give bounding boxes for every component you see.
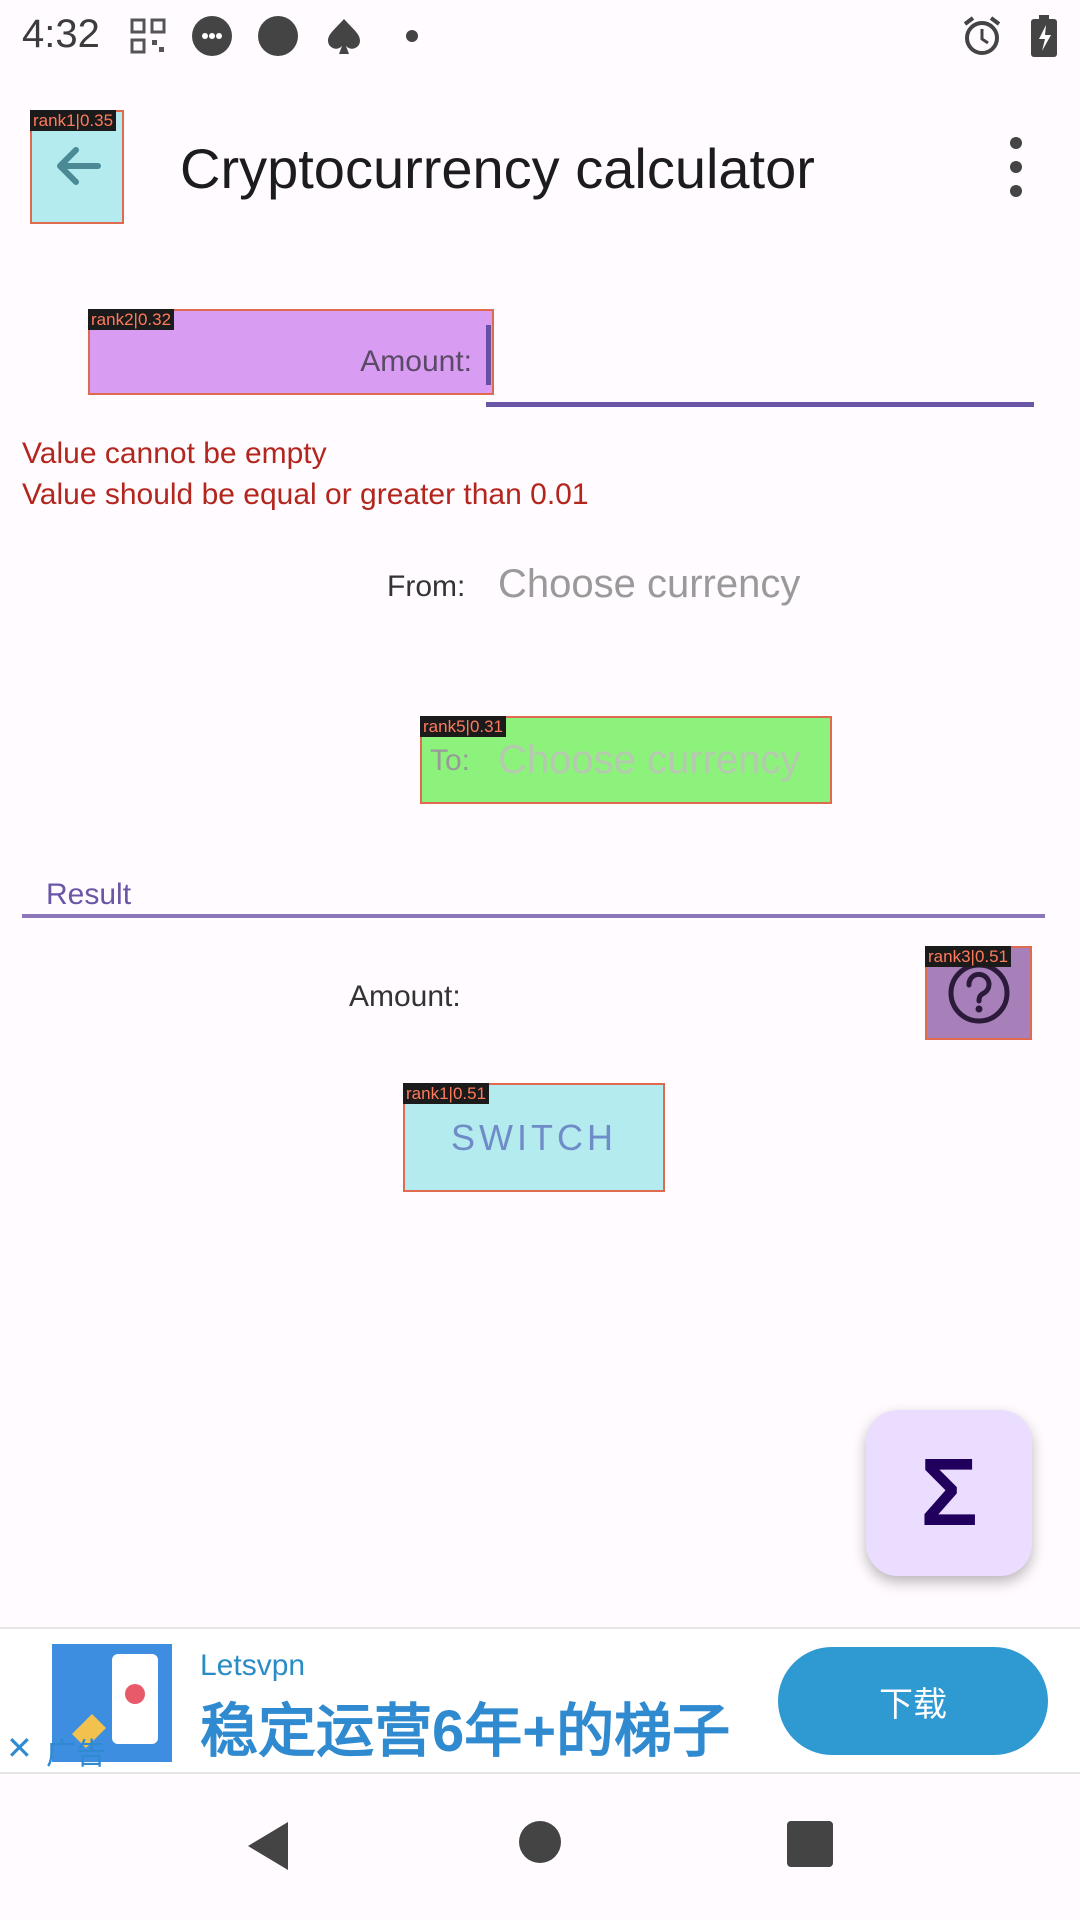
close-icon[interactable]: ✕ [6, 1729, 33, 1767]
page-title: Cryptocurrency calculator [180, 137, 815, 200]
detection-tag: rank2|0.32 [88, 309, 175, 330]
nav-back-icon[interactable] [242, 1818, 292, 1874]
amount-label-box: rank2|0.32 Amount: [88, 309, 494, 395]
result-label: Result [46, 878, 132, 911]
spade-icon [322, 14, 366, 58]
error-min-value: Value should be equal or greater than 0.… [22, 478, 589, 511]
navigation-bar [0, 1774, 1080, 1920]
result-amount-label: Amount: [349, 980, 461, 1013]
help-icon [948, 962, 1009, 1024]
detection-tag: rank3|0.51 [925, 946, 1012, 967]
nav-recents-icon[interactable] [786, 1820, 834, 1868]
text-cursor [486, 325, 491, 385]
ad-banner[interactable]: Letsvpn 稳定运营6年+的梯子 下载 ✕ 广告 [0, 1627, 1080, 1774]
arrow-left-icon [57, 147, 101, 185]
help-button[interactable]: rank3|0.51 [925, 946, 1032, 1040]
battery-icon [1022, 14, 1066, 58]
from-currency-select[interactable]: Choose currency [498, 562, 800, 607]
nav-home-icon[interactable] [518, 1820, 562, 1864]
calculate-fab[interactable]: Σ [866, 1410, 1032, 1576]
more-vert-icon [1010, 137, 1022, 197]
ad-brand: Letsvpn [200, 1649, 306, 1682]
alarm-icon [960, 14, 1004, 58]
chat-icon [190, 14, 234, 58]
from-label: From: [387, 570, 466, 603]
detection-tag: rank1|0.35 [30, 110, 117, 131]
dot-icon [390, 14, 434, 58]
detection-tag: rank1|0.51 [403, 1083, 490, 1104]
switch-button[interactable]: rank1|0.51 SWITCH [403, 1083, 665, 1192]
amount-input[interactable] [486, 402, 1034, 407]
ad-tag: 广告 [46, 1738, 106, 1771]
to-label: To: [430, 744, 471, 777]
back-button[interactable]: rank1|0.35 [30, 110, 124, 224]
circle-icon [256, 14, 300, 58]
switch-button-label: SWITCH [451, 1116, 617, 1158]
status-time: 4:32 [22, 12, 100, 56]
amount-label: Amount: [360, 345, 472, 378]
sigma-icon: Σ [920, 1439, 978, 1546]
detection-tag: rank5|0.31 [420, 716, 507, 737]
ad-slogan: 稳定运营6年+的梯子 [200, 1699, 731, 1764]
to-currency-placeholder: Choose currency [498, 738, 801, 782]
more-options-button[interactable] [994, 135, 1038, 199]
result-field [22, 914, 1045, 918]
qr-icon [126, 14, 170, 58]
to-currency-select[interactable]: rank5|0.31 To: Choose currency [420, 716, 832, 804]
ad-download-button[interactable]: 下载 [778, 1647, 1048, 1755]
error-empty: Value cannot be empty [22, 437, 327, 470]
